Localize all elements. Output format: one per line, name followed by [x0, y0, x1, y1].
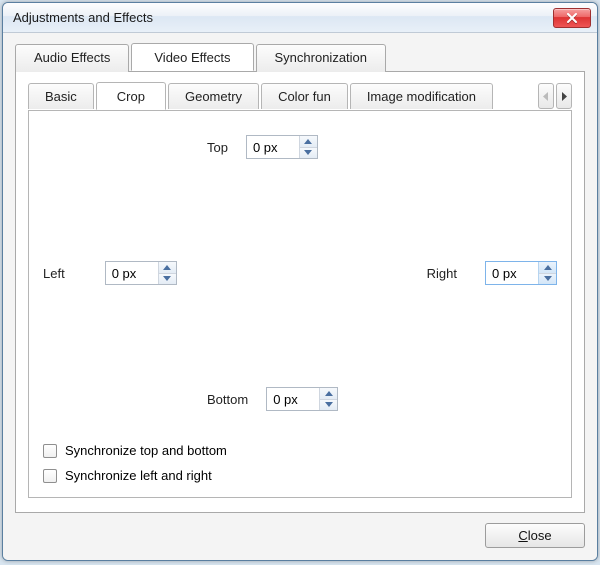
caret-down-icon	[163, 276, 171, 281]
tab-color-fun[interactable]: Color fun	[261, 83, 348, 109]
spin-up-button[interactable]	[159, 262, 176, 273]
spin-buttons	[319, 388, 337, 410]
crop-bottom-field: Bottom	[207, 387, 338, 411]
crop-left-input[interactable]	[106, 262, 158, 284]
inner-tabs: Basic Crop Geometry Color fun Image modi…	[28, 82, 534, 110]
crop-top-spinbox[interactable]	[246, 135, 318, 159]
tab-image-modification[interactable]: Image modification	[350, 83, 493, 109]
crop-top-label: Top	[207, 140, 228, 155]
crop-right-field: Right	[427, 261, 557, 285]
tab-label: Crop	[117, 89, 145, 104]
tab-video-effects[interactable]: Video Effects	[131, 43, 253, 71]
close-button[interactable]: Close	[485, 523, 585, 548]
spin-up-button[interactable]	[539, 262, 556, 273]
titlebar: Adjustments and Effects	[3, 3, 597, 33]
spin-up-button[interactable]	[300, 136, 317, 147]
tab-label: Image modification	[367, 89, 476, 104]
sync-top-bottom-checkbox[interactable]: Synchronize top and bottom	[43, 443, 227, 458]
caret-right-icon	[561, 92, 567, 101]
spin-down-button[interactable]	[320, 399, 337, 411]
spin-buttons	[299, 136, 317, 158]
tab-scroll-left-button[interactable]	[538, 83, 554, 109]
crop-right-label: Right	[427, 266, 457, 281]
checkbox-icon	[43, 444, 57, 458]
checkbox-label: Synchronize left and right	[65, 468, 212, 483]
close-icon	[567, 13, 577, 23]
caret-down-icon	[544, 276, 552, 281]
crop-top-input[interactable]	[247, 136, 299, 158]
spin-up-button[interactable]	[320, 388, 337, 399]
inner-tabs-row: Basic Crop Geometry Color fun Image modi…	[28, 82, 572, 110]
caret-up-icon	[544, 265, 552, 270]
crop-left-field: Left	[43, 261, 177, 285]
crop-left-spinbox[interactable]	[105, 261, 177, 285]
crop-bottom-label: Bottom	[207, 392, 248, 407]
crop-bottom-spinbox[interactable]	[266, 387, 338, 411]
spin-down-button[interactable]	[300, 147, 317, 159]
close-button-accel: C	[518, 528, 527, 543]
tab-label: Video Effects	[154, 50, 230, 65]
crop-sync-options: Synchronize top and bottom Synchronize l…	[43, 443, 227, 483]
crop-pane: Top Left	[28, 110, 572, 498]
tab-geometry[interactable]: Geometry	[168, 83, 259, 109]
crop-right-input[interactable]	[486, 262, 538, 284]
caret-up-icon	[163, 265, 171, 270]
dialog-footer: Close	[15, 513, 585, 548]
crop-bottom-input[interactable]	[267, 388, 319, 410]
tab-scroll-buttons	[538, 82, 572, 110]
outer-tabs: Audio Effects Video Effects Synchronizat…	[15, 43, 585, 71]
tab-label: Color fun	[278, 89, 331, 104]
caret-down-icon	[325, 402, 333, 407]
checkbox-label: Synchronize top and bottom	[65, 443, 227, 458]
tab-basic[interactable]: Basic	[28, 83, 94, 109]
close-button-rest: lose	[528, 528, 552, 543]
spin-down-button[interactable]	[539, 273, 556, 285]
crop-right-spinbox[interactable]	[485, 261, 557, 285]
tab-label: Synchronization	[275, 50, 368, 65]
tab-audio-effects[interactable]: Audio Effects	[15, 44, 129, 72]
checkbox-icon	[43, 469, 57, 483]
tab-label: Audio Effects	[34, 50, 110, 65]
caret-up-icon	[325, 391, 333, 396]
tab-synchronization[interactable]: Synchronization	[256, 44, 387, 72]
caret-up-icon	[304, 139, 312, 144]
tab-crop[interactable]: Crop	[96, 82, 166, 110]
window-title: Adjustments and Effects	[13, 10, 553, 25]
tab-scroll-right-button[interactable]	[556, 83, 572, 109]
crop-left-label: Left	[43, 266, 65, 281]
sync-left-right-checkbox[interactable]: Synchronize left and right	[43, 468, 227, 483]
crop-top-field: Top	[207, 135, 318, 159]
window-close-button[interactable]	[553, 8, 591, 28]
tab-label: Geometry	[185, 89, 242, 104]
client-area: Audio Effects Video Effects Synchronizat…	[3, 33, 597, 560]
spin-buttons	[538, 262, 556, 284]
video-effects-pane: Basic Crop Geometry Color fun Image modi…	[15, 71, 585, 513]
spin-down-button[interactable]	[159, 273, 176, 285]
spin-buttons	[158, 262, 176, 284]
caret-left-icon	[543, 92, 549, 101]
dialog-window: Adjustments and Effects Audio Effects Vi…	[2, 2, 598, 561]
tab-label: Basic	[45, 89, 77, 104]
caret-down-icon	[304, 150, 312, 155]
